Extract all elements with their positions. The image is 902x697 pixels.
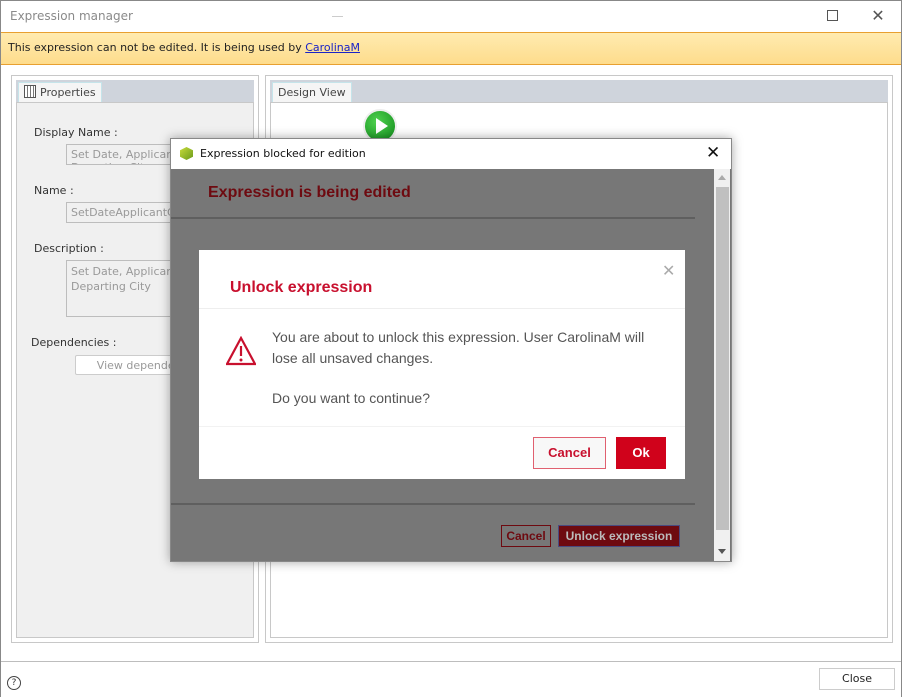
tab-design-view[interactable]: Design View <box>272 82 352 103</box>
divider <box>199 308 685 309</box>
modal-close-button[interactable]: ✕ <box>662 261 675 281</box>
minimize-icon <box>332 16 343 17</box>
title-bar: Expression manager ✕ <box>1 1 901 32</box>
description-label: Description : <box>34 242 104 255</box>
maximize-button[interactable] <box>817 5 847 27</box>
close-icon: ✕ <box>871 6 885 25</box>
warning-icon <box>226 336 256 366</box>
scroll-down-arrow-icon[interactable] <box>718 549 726 554</box>
properties-tabstrip: Properties <box>16 80 254 103</box>
divider <box>199 426 685 427</box>
divider <box>171 217 695 219</box>
banner-text: This expression can not be edited. It is… <box>8 41 306 54</box>
blocked-dialog-heading: Expression is being edited <box>208 184 411 201</box>
minimize-button[interactable] <box>323 5 353 27</box>
blocked-dialog-titlebar: Expression blocked for edition ✕ <box>171 139 731 169</box>
window-close-button[interactable]: ✕ <box>863 5 893 27</box>
locking-user-link[interactable]: CarolinaM <box>305 41 360 54</box>
vertical-scrollbar[interactable] <box>714 169 730 561</box>
modal-question: Do you want to continue? <box>272 390 430 406</box>
properties-icon <box>24 85 36 98</box>
scroll-up-arrow-icon[interactable] <box>718 175 726 180</box>
help-icon[interactable]: ? <box>7 676 21 690</box>
modal-heading: Unlock expression <box>230 279 373 296</box>
tab-properties[interactable]: Properties <box>18 82 102 103</box>
scrollbar-thumb[interactable] <box>716 187 729 530</box>
name-label: Name : <box>34 184 74 197</box>
banner-message: This expression can not be edited. It is… <box>8 41 360 54</box>
unlock-expression-modal: ✕ Unlock expression You are about to unl… <box>199 250 685 479</box>
window-title: Expression manager <box>10 9 133 23</box>
footer: ? Close <box>1 661 901 697</box>
blocked-dialog-title: Expression blocked for edition <box>200 147 366 160</box>
display-name-label: Display Name : <box>34 126 118 139</box>
blocked-cancel-button[interactable]: Cancel <box>501 525 551 547</box>
locked-banner: This expression can not be edited. It is… <box>1 32 901 65</box>
dependencies-label: Dependencies : <box>31 336 117 349</box>
modal-message: You are about to unlock this expression.… <box>272 329 645 366</box>
tab-properties-label: Properties <box>40 86 96 99</box>
maximize-icon <box>827 10 838 21</box>
tab-design-view-label: Design View <box>278 86 346 99</box>
modal-ok-button[interactable]: Ok <box>616 437 666 469</box>
blocked-dialog-close-button[interactable]: ✕ <box>706 143 720 163</box>
unlock-expression-button[interactable]: Unlock expression <box>558 525 680 547</box>
design-tabstrip: Design View <box>270 80 888 103</box>
app-cube-icon <box>180 147 193 160</box>
close-button[interactable]: Close <box>819 668 895 690</box>
play-triangle <box>376 118 388 134</box>
modal-cancel-button[interactable]: Cancel <box>533 437 606 469</box>
divider <box>171 503 695 505</box>
